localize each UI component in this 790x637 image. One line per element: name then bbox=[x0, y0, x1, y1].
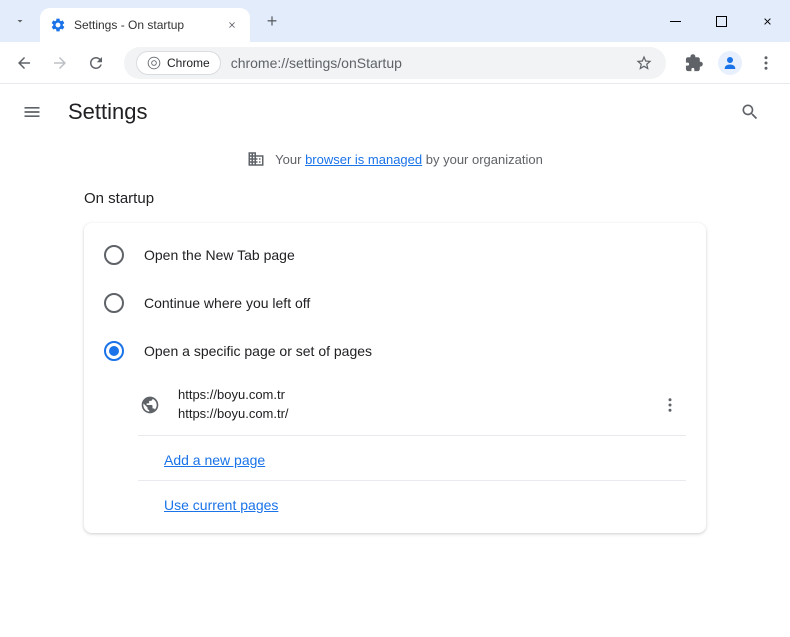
globe-icon bbox=[140, 395, 160, 415]
tab-title: Settings - On startup bbox=[74, 18, 216, 32]
new-tab-button[interactable]: + bbox=[258, 7, 286, 35]
add-page-row: Add a new page bbox=[138, 435, 686, 480]
section-title: On startup bbox=[24, 178, 766, 223]
window-title-bar: Settings - On startup + bbox=[0, 0, 790, 42]
add-page-link[interactable]: Add a new page bbox=[164, 452, 265, 468]
browser-toolbar: Chrome chrome://settings/onStartup bbox=[0, 42, 790, 84]
page-title-text: https://boyu.com.tr bbox=[178, 387, 636, 404]
page-info: https://boyu.com.tr https://boyu.com.tr/ bbox=[178, 387, 636, 423]
search-icon bbox=[740, 102, 760, 122]
use-current-link[interactable]: Use current pages bbox=[164, 497, 278, 513]
radio-icon bbox=[104, 245, 124, 265]
radio-icon-selected bbox=[104, 341, 124, 361]
back-button[interactable] bbox=[8, 47, 40, 79]
close-window-button[interactable] bbox=[744, 0, 790, 42]
extensions-button[interactable] bbox=[678, 47, 710, 79]
page-title: Settings bbox=[68, 99, 148, 125]
domain-icon bbox=[247, 150, 265, 168]
reload-button[interactable] bbox=[80, 47, 112, 79]
radio-label-specific: Open a specific page or set of pages bbox=[144, 343, 372, 359]
managed-link[interactable]: browser is managed bbox=[305, 152, 422, 167]
radio-label-new-tab: Open the New Tab page bbox=[144, 247, 295, 263]
managed-prefix: Your bbox=[275, 152, 301, 167]
forward-button[interactable] bbox=[44, 47, 76, 79]
url-text: chrome://settings/onStartup bbox=[231, 55, 624, 71]
startup-card: Open the New Tab page Continue where you… bbox=[84, 223, 706, 533]
settings-favicon-icon bbox=[50, 17, 66, 33]
hamburger-menu-icon[interactable] bbox=[20, 100, 44, 124]
address-bar[interactable]: Chrome chrome://settings/onStartup bbox=[124, 47, 666, 79]
bookmark-star-icon[interactable] bbox=[634, 53, 654, 73]
radio-specific[interactable]: Open a specific page or set of pages bbox=[84, 327, 706, 375]
minimize-button[interactable] bbox=[652, 0, 698, 42]
search-button[interactable] bbox=[730, 92, 770, 132]
browser-tab[interactable]: Settings - On startup bbox=[40, 8, 250, 42]
content-area: On startup Open the New Tab page Continu… bbox=[0, 178, 790, 533]
radio-continue[interactable]: Continue where you left off bbox=[84, 279, 706, 327]
chrome-chip-label: Chrome bbox=[167, 56, 210, 70]
tab-search-dropdown[interactable] bbox=[0, 0, 40, 42]
profile-button[interactable] bbox=[714, 47, 746, 79]
managed-banner: Your browser is managed by your organiza… bbox=[0, 140, 790, 178]
settings-header: Settings bbox=[0, 84, 790, 140]
more-vert-icon bbox=[661, 396, 679, 414]
chrome-logo-icon bbox=[147, 56, 161, 70]
window-controls bbox=[652, 0, 790, 42]
page-url: https://boyu.com.tr/ bbox=[178, 406, 636, 423]
radio-new-tab[interactable]: Open the New Tab page bbox=[84, 231, 706, 279]
radio-icon bbox=[104, 293, 124, 313]
maximize-button[interactable] bbox=[698, 0, 744, 42]
avatar-icon bbox=[718, 51, 742, 75]
managed-suffix: by your organization bbox=[426, 152, 543, 167]
tab-close-icon[interactable] bbox=[224, 17, 240, 33]
chrome-menu-button[interactable] bbox=[750, 47, 782, 79]
page-more-button[interactable] bbox=[654, 389, 686, 421]
startup-page-row: https://boyu.com.tr https://boyu.com.tr/ bbox=[84, 375, 706, 435]
radio-label-continue: Continue where you left off bbox=[144, 295, 310, 311]
chrome-chip: Chrome bbox=[136, 51, 221, 75]
use-current-row: Use current pages bbox=[138, 480, 686, 525]
